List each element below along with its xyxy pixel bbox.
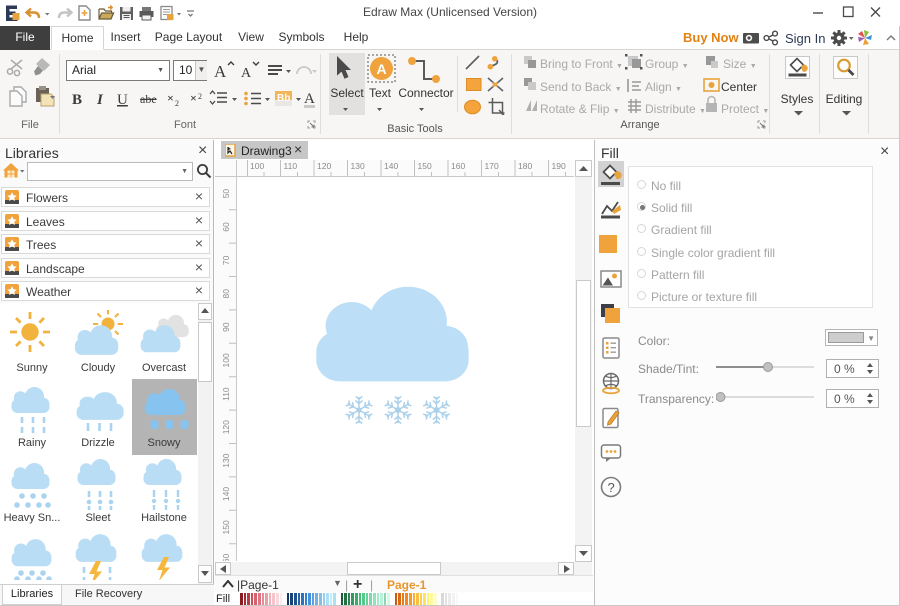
svg-text:140: 140 — [221, 487, 231, 501]
svg-text:190: 190 — [552, 161, 566, 171]
svg-text:90: 90 — [221, 322, 231, 332]
svg-text:120: 120 — [317, 161, 331, 171]
svg-text:140: 140 — [384, 161, 398, 171]
svg-text:60: 60 — [221, 222, 231, 232]
svg-text:150: 150 — [418, 161, 432, 171]
svg-text:120: 120 — [221, 420, 231, 434]
svg-text:A: A — [214, 62, 227, 81]
svg-text:U: U — [117, 92, 128, 108]
svg-text:2: 2 — [198, 92, 202, 101]
svg-text:130: 130 — [351, 161, 365, 171]
svg-text:Bb: Bb — [277, 93, 290, 104]
svg-text:150: 150 — [221, 520, 231, 534]
svg-text:160: 160 — [451, 161, 465, 171]
svg-text:170: 170 — [485, 161, 499, 171]
svg-text:A: A — [377, 61, 387, 77]
svg-text:×: × — [167, 91, 174, 105]
svg-text:70: 70 — [221, 255, 231, 265]
svg-text:B: B — [72, 92, 82, 108]
svg-text:100: 100 — [221, 353, 231, 367]
svg-text:abe: abe — [140, 92, 157, 106]
svg-text:I: I — [96, 92, 104, 108]
svg-text:×: × — [190, 91, 197, 105]
svg-text:160: 160 — [221, 554, 231, 561]
svg-text:80: 80 — [221, 289, 231, 299]
svg-text:180: 180 — [518, 161, 532, 171]
svg-text:50: 50 — [221, 189, 231, 199]
svg-text:?: ? — [608, 480, 615, 495]
svg-text:A: A — [241, 66, 252, 81]
svg-text:2: 2 — [175, 99, 179, 108]
svg-text:A: A — [304, 91, 315, 107]
svg-text:110: 110 — [284, 161, 298, 171]
svg-text:130: 130 — [221, 453, 231, 467]
svg-text:110: 110 — [221, 387, 231, 401]
svg-text:100: 100 — [250, 161, 264, 171]
